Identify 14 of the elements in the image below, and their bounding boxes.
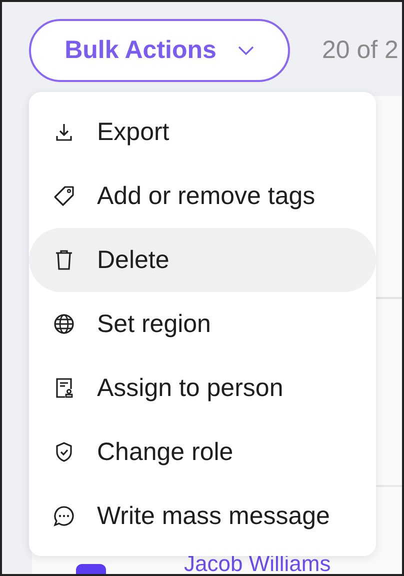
- person-name-link[interactable]: Jacob Williams: [184, 554, 331, 574]
- bulk-actions-button[interactable]: Bulk Actions: [29, 19, 290, 82]
- menu-item[interactable]: Assign to person: [29, 356, 376, 420]
- menu-item[interactable]: Change role: [29, 420, 376, 484]
- menu-item[interactable]: Add or remove tags: [29, 164, 376, 228]
- menu-item[interactable]: Write mass message: [29, 484, 376, 548]
- menu-item[interactable]: Set region: [29, 292, 376, 356]
- result-count: 20 of 2: [322, 36, 398, 65]
- menu-item[interactable]: Delete: [29, 228, 376, 292]
- chat-bubble-icon: [52, 504, 76, 528]
- menu-item[interactable]: Export: [29, 100, 376, 164]
- tag-icon: [52, 184, 76, 208]
- chevron-down-icon: [238, 46, 254, 56]
- globe-icon: [52, 312, 76, 336]
